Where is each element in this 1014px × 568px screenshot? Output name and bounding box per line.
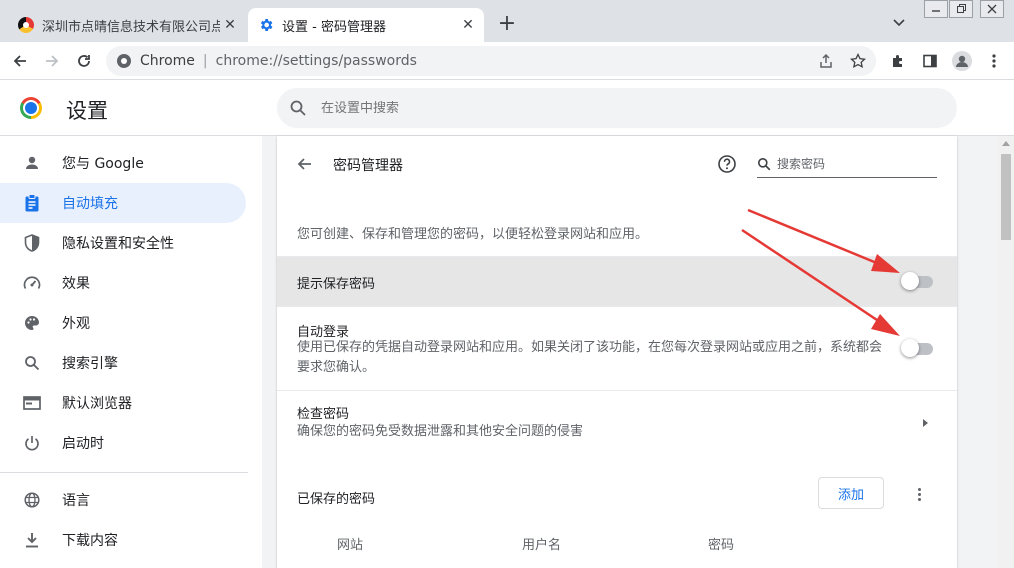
password-manager-card: 密码管理器 搜索密码 您可创建、保存和管理您的密码，以便轻松登录网站和应用。 提…	[277, 136, 957, 568]
chevron-right-icon[interactable]	[923, 419, 928, 427]
password-manager-description: 您可创建、保存和管理您的密码，以便轻松登录网站和应用。	[297, 227, 649, 242]
restore-button[interactable]	[949, 0, 973, 18]
browser-window-icon	[22, 393, 42, 413]
search-icon	[758, 157, 771, 170]
sidebar-item-autofill[interactable]: 自动填充	[0, 183, 246, 223]
site-favicon-icon	[18, 17, 34, 33]
gear-icon	[260, 19, 273, 31]
sidebar-item-languages[interactable]: 语言	[0, 480, 246, 520]
sidebar-item-label: 您与 Google	[62, 156, 144, 172]
back-arrow-icon[interactable]	[10, 51, 30, 71]
sidebar-item-label: 语言	[62, 493, 90, 509]
column-header-password: 密码	[708, 538, 735, 553]
sidebar-item-label: 自动填充	[62, 196, 118, 212]
side-panel-icon[interactable]	[920, 51, 940, 71]
settings-header: 设置	[0, 80, 1014, 136]
shield-icon	[22, 233, 42, 253]
page-title: 设置	[66, 99, 108, 123]
download-icon	[22, 530, 42, 550]
browser-menu-icon[interactable]	[984, 51, 1004, 71]
close-tab-icon[interactable]: ✕	[220, 15, 240, 35]
palette-icon	[22, 313, 42, 333]
column-header-username: 用户名	[522, 538, 562, 553]
sidebar-divider	[0, 472, 248, 473]
section-title: 密码管理器	[333, 158, 403, 174]
toggle-knob	[901, 272, 919, 290]
new-tab-button[interactable]: +	[496, 13, 518, 36]
scrollbar-thumb[interactable]	[1001, 154, 1011, 240]
tab-search-chevron-icon[interactable]	[893, 16, 905, 30]
url-text: chrome://settings/passwords	[215, 53, 417, 69]
sidebar-item-label: 外观	[62, 316, 90, 332]
forward-arrow-icon[interactable]	[42, 51, 62, 71]
close-tab-icon[interactable]: ✕	[458, 15, 478, 35]
offer-to-save-toggle[interactable]	[901, 271, 935, 291]
help-icon[interactable]	[717, 154, 737, 174]
password-search-field[interactable]: 搜索密码	[757, 150, 937, 178]
add-password-button[interactable]: 添加	[818, 477, 884, 509]
auto-signin-description: 使用已保存的凭据自动登录网站和应用。如果关闭了该功能，在您每次登录网站或应用之前…	[297, 340, 883, 375]
person-icon	[22, 153, 42, 173]
auto-signin-row[interactable]: 自动登录 使用已保存的凭据自动登录网站和应用。如果关闭了该功能，在您每次登录网站…	[277, 306, 957, 390]
chrome-site-icon	[117, 54, 131, 68]
chrome-logo-icon	[20, 97, 42, 119]
offer-to-save-label: 提示保存密码	[297, 277, 376, 292]
back-arrow-icon[interactable]	[295, 154, 315, 174]
bookmark-star-icon[interactable]	[850, 53, 866, 69]
tab-title: 深圳市点晴信息技术有限公司点晴	[42, 19, 220, 35]
page-scrollbar[interactable]	[998, 136, 1014, 568]
clipboard-icon	[22, 193, 42, 213]
sidebar-item-label: 搜索引擎	[62, 356, 118, 372]
sidebar-item-label: 启动时	[62, 436, 104, 452]
tab-settings-passwords[interactable]: 设置 - 密码管理器 ✕	[248, 8, 484, 42]
password-search-placeholder: 搜索密码	[777, 157, 826, 171]
auto-signin-toggle[interactable]	[901, 338, 935, 358]
offer-to-save-row[interactable]: 提示保存密码	[277, 256, 957, 306]
share-icon[interactable]	[818, 53, 834, 69]
sidebar-item-label: 效果	[62, 276, 90, 292]
sidebar-item-label: 下载内容	[62, 533, 118, 549]
extensions-puzzle-icon[interactable]	[888, 51, 908, 71]
browser-toolbar: Chrome | chrome://settings/passwords	[0, 42, 1014, 80]
column-header-site: 网站	[337, 538, 364, 553]
speedometer-icon	[22, 273, 42, 293]
minimize-button[interactable]	[924, 0, 948, 18]
check-passwords-label: 检查密码	[297, 407, 350, 422]
toggle-knob	[901, 339, 919, 357]
search-icon	[290, 100, 306, 116]
tab-title: 设置 - 密码管理器	[282, 19, 386, 35]
reload-icon[interactable]	[74, 51, 94, 71]
sidebar-item-downloads[interactable]: 下载内容	[0, 520, 246, 560]
power-icon	[22, 433, 42, 453]
tab-dianqing[interactable]: 深圳市点晴信息技术有限公司点晴 ✕	[8, 8, 246, 42]
sidebar-item-on-startup[interactable]: 启动时	[0, 423, 246, 463]
search-icon	[22, 353, 42, 373]
globe-icon	[22, 490, 42, 510]
profile-avatar-icon[interactable]	[952, 51, 972, 71]
address-bar[interactable]: Chrome | chrome://settings/passwords	[106, 46, 876, 76]
saved-passwords-heading: 已保存的密码	[297, 492, 376, 507]
sidebar-item-you-and-google[interactable]: 您与 Google	[0, 143, 246, 183]
sidebar-item-default-browser[interactable]: 默认浏览器	[0, 383, 246, 423]
settings-search-input[interactable]	[321, 100, 721, 116]
tab-strip: 深圳市点晴信息技术有限公司点晴 ✕ 设置 - 密码管理器 ✕ +	[0, 0, 1014, 42]
card-header: 密码管理器 搜索密码	[277, 136, 957, 192]
more-actions-icon[interactable]	[909, 484, 929, 504]
site-chip-label: Chrome	[140, 53, 195, 69]
close-window-button[interactable]	[980, 0, 1004, 18]
sidebar-item-privacy[interactable]: 隐私设置和安全性	[0, 223, 246, 263]
sidebar-item-appearance[interactable]: 外观	[0, 303, 246, 343]
sidebar-item-label: 隐私设置和安全性	[62, 236, 174, 252]
sidebar-item-label: 默认浏览器	[62, 396, 132, 412]
settings-search-box[interactable]	[277, 88, 957, 128]
sidebar-item-search-engine[interactable]: 搜索引擎	[0, 343, 246, 383]
scroll-up-arrow-icon[interactable]	[1002, 141, 1010, 146]
settings-sidebar: 您与 Google 自动填充 隐私设置和安全性 效果 外观 搜索引擎 默认浏览器…	[0, 136, 262, 568]
check-passwords-row[interactable]: 检查密码 确保您的密码免受数据泄露和其他安全问题的侵害	[277, 390, 957, 454]
omnibox-separator: |	[202, 53, 208, 69]
check-passwords-description: 确保您的密码免受数据泄露和其他安全问题的侵害	[297, 424, 584, 439]
sidebar-item-performance[interactable]: 效果	[0, 263, 246, 303]
